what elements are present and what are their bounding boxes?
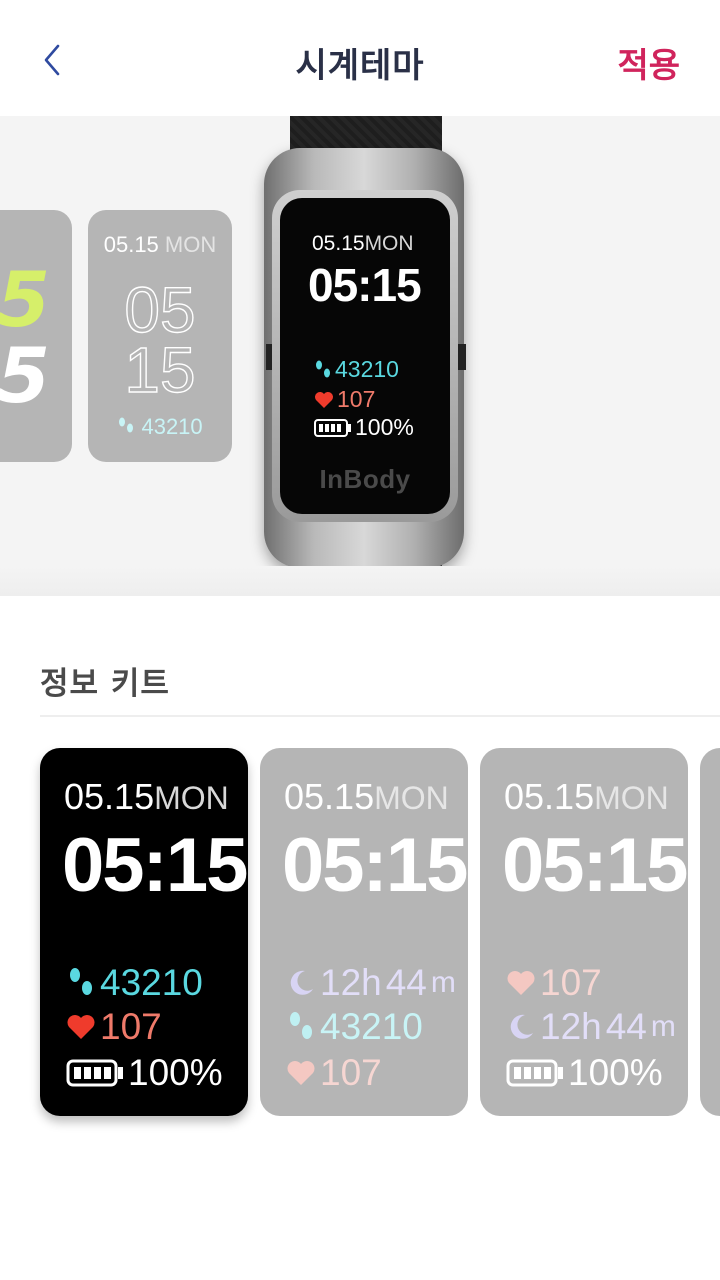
kit-date-value: 05.15 <box>64 776 155 817</box>
kit-sleep: 12h 44 m <box>506 1006 676 1048</box>
theme-minute: 15 <box>124 334 197 406</box>
kit-date: 05.15MON <box>504 776 669 818</box>
kit-battery-value: 100% <box>128 1052 223 1093</box>
kit-sleep: 12h 44 m <box>286 962 456 1004</box>
kit-battery: 100% <box>66 1052 223 1094</box>
kit-date: 05.15MON <box>284 776 449 818</box>
kit-steps: 43210 <box>66 962 203 1004</box>
theme-steps: 43210 <box>88 414 232 440</box>
watch-weekday: MON <box>364 232 414 255</box>
watch-theme-preview[interactable]: 5 5 05.15 MON 05 15 43210 05.15MON 05:15 <box>0 116 720 596</box>
kit-sleep-hours: 12h <box>540 1006 602 1047</box>
watch-battery-value: 100% <box>355 414 414 440</box>
section-title: 정보 키트 <box>40 666 170 702</box>
theme-minute-digit: 5 <box>0 331 50 420</box>
kit-time: 05:15 <box>502 823 688 908</box>
theme-hour: 05 <box>124 274 197 346</box>
info-kit-card-3[interactable]: 05.15MON 05:15 107 12h 44 m 100% <box>480 748 688 1116</box>
kit-steps-value: 43210 <box>100 962 203 1003</box>
watch-time: 05:15 <box>308 259 422 311</box>
heart-icon <box>67 1015 95 1039</box>
watch-steps-value: 43210 <box>335 356 399 382</box>
heart-icon <box>315 391 333 408</box>
kit-heart-rate: 107 <box>506 962 602 1004</box>
kit-date-value: 05.15 <box>504 776 595 817</box>
moon-icon <box>510 1014 533 1039</box>
footsteps-icon <box>119 417 134 433</box>
moon-icon <box>290 970 313 995</box>
theme-hour-digit: 5 <box>0 255 50 344</box>
kit-heart-rate-value: 107 <box>320 1052 382 1093</box>
theme-card-outline[interactable]: 05.15 MON 05 15 43210 <box>88 210 232 462</box>
theme-card-digital-bold[interactable]: 5 5 <box>0 210 72 462</box>
watch-date: 05.15MON <box>312 232 414 256</box>
heart-icon <box>287 1061 315 1085</box>
battery-icon <box>66 1059 123 1087</box>
kit-heart-rate: 107 <box>66 1006 162 1048</box>
theme-date: 05.15 MON <box>88 232 232 258</box>
info-kit-card-2[interactable]: 05.15MON 05:15 12h 44 m 43210 107 <box>260 748 468 1116</box>
theme-weekday: MON <box>164 232 217 257</box>
watch-heart-rate: 107 <box>314 386 375 413</box>
section-divider <box>40 715 720 717</box>
heart-icon <box>507 971 535 995</box>
kit-sleep-unit: m <box>430 966 456 999</box>
watch-steps: 43210 <box>314 356 399 383</box>
watch-brand-logo: InBody <box>319 464 411 494</box>
kit-heart-rate: 107 <box>286 1052 382 1094</box>
kit-time: 05:15 <box>62 823 248 908</box>
footsteps-icon <box>316 360 330 377</box>
kit-battery-value: 100% <box>568 1052 663 1093</box>
info-kit-card-1[interactable]: 05.15MON 05:15 43210 107 100% <box>40 748 248 1116</box>
battery-icon <box>506 1059 563 1087</box>
kit-weekday: MON <box>374 780 449 816</box>
kit-heart-rate-value: 107 <box>100 1006 162 1047</box>
kit-battery: 100% <box>506 1052 663 1094</box>
kit-steps: 43210 <box>286 1006 423 1048</box>
theme-date-value: 05.15 <box>103 232 159 257</box>
kit-sleep-hours: 12h <box>320 962 382 1003</box>
kit-steps-value: 43210 <box>320 1006 423 1047</box>
kit-sleep-minutes: 44 <box>605 1006 647 1047</box>
kit-weekday: MON <box>594 780 669 816</box>
kit-date-value: 05.15 <box>284 776 375 817</box>
watch-heart-rate-value: 107 <box>337 386 376 412</box>
kit-weekday: MON <box>154 780 229 816</box>
kit-heart-rate-value: 107 <box>540 962 602 1003</box>
kit-date: 05.15MON <box>64 776 229 818</box>
footsteps-icon <box>70 968 92 995</box>
battery-icon <box>314 418 351 437</box>
footsteps-icon <box>290 1012 312 1039</box>
theme-steps-value: 43210 <box>141 414 203 439</box>
watch-battery: 100% <box>314 414 414 441</box>
watch-date-value: 05.15 <box>312 232 365 255</box>
kit-sleep-minutes: 44 <box>385 962 427 1003</box>
kit-time: 05:15 <box>282 823 468 908</box>
apply-button[interactable]: 적용 <box>617 38 680 87</box>
kit-sleep-unit: m <box>650 1010 676 1043</box>
page-title: 시계테마 <box>295 46 425 86</box>
app-header: 시계테마 적용 <box>0 0 720 116</box>
info-kit-card-4[interactable] <box>700 748 720 1116</box>
